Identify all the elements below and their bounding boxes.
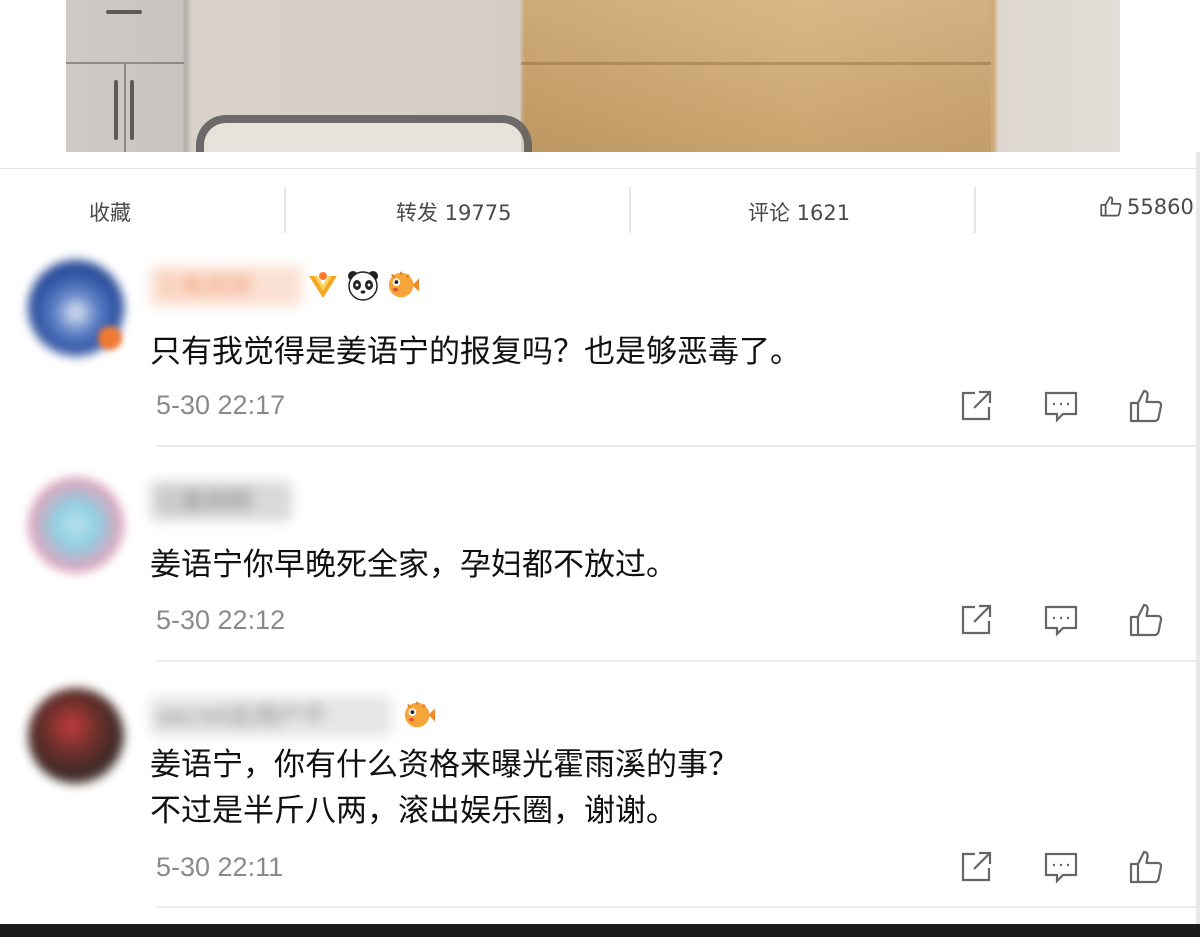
comment-divider: [156, 906, 1196, 908]
cardboard-box: [521, 0, 991, 152]
thumbs-up-icon[interactable]: [1126, 847, 1166, 887]
post-image[interactable]: [66, 0, 1120, 152]
favorite-button[interactable]: 收藏: [89, 197, 131, 227]
bottom-bar: [0, 924, 1200, 937]
comment-text-line-2: 不过是半斤八两，滚出娱乐圈，谢谢。: [150, 793, 677, 829]
bathtub-edge: [196, 115, 532, 152]
thumbs-up-icon[interactable]: [1126, 600, 1166, 640]
comment-actions: [956, 386, 1166, 426]
thumbs-up-icon[interactable]: [1126, 386, 1166, 426]
comment-text-line-1: 姜语宁，你有什么资格来曝光霍雨溪的事？: [150, 747, 739, 783]
action-separator: [974, 187, 976, 233]
reply-icon[interactable]: [1041, 600, 1081, 640]
comment-time: 5-30 22:12: [156, 605, 286, 635]
user-badges: [306, 268, 420, 302]
action-bar: 收藏 转发 19775 评论 1621 55860: [0, 168, 1200, 247]
comment-divider: [156, 445, 1196, 447]
door-handle-right: [130, 80, 134, 140]
user-badges: [402, 698, 436, 732]
comment-text: 姜语宁你早晚死全家，孕妇都不放过。: [150, 547, 677, 583]
reply-icon[interactable]: [1041, 386, 1081, 426]
comment-item: 三童桐桐 姜语宁你早晚死全家，孕妇都不放过。 5-30 22:12: [0, 465, 1200, 665]
comment-actions: [956, 600, 1166, 640]
comment-actions: [956, 847, 1166, 887]
repost-button[interactable]: 转发 19775: [396, 197, 511, 227]
like-button[interactable]: 55860: [1098, 194, 1194, 220]
comment-button[interactable]: 评论 1621: [748, 197, 850, 227]
cardboard-crease: [521, 62, 991, 65]
comment-time: 5-30 22:11: [156, 852, 284, 882]
pufferfish-emoji-icon: [402, 698, 436, 732]
comment-item: secret此用户不 姜语宁，你有什么资格来曝光霍雨溪的事？ 不过是半斤八两，滚…: [0, 680, 1200, 920]
avatar[interactable]: [28, 688, 124, 784]
avatar-badge-icon: [98, 326, 122, 350]
comment-divider: [156, 660, 1196, 662]
drawer-handle: [106, 10, 142, 14]
vip-medal-icon: [306, 268, 340, 302]
action-separator: [629, 187, 631, 233]
share-icon[interactable]: [956, 386, 996, 426]
username[interactable]: 三角顽顽: [150, 266, 302, 306]
action-separator: [284, 187, 286, 233]
door-handle-left: [114, 80, 118, 140]
username[interactable]: secret此用户不: [150, 696, 392, 736]
thumbs-up-icon: [1100, 196, 1122, 217]
cabinet-door-split: [124, 62, 126, 152]
like-count: 55860: [1127, 195, 1194, 219]
panda-emoji-icon: [346, 268, 380, 302]
comment-item: 三角顽顽 只有我觉得是姜语宁的报复吗？也是够恶毒了。 5-30 22:17: [0, 250, 1200, 450]
comment-time: 5-30 22:17: [156, 390, 286, 420]
share-icon[interactable]: [956, 600, 996, 640]
reply-icon[interactable]: [1041, 847, 1081, 887]
share-icon[interactable]: [956, 847, 996, 887]
username[interactable]: 三童桐桐: [150, 481, 292, 521]
pufferfish-emoji-icon: [386, 268, 420, 302]
avatar[interactable]: [28, 477, 124, 573]
comment-text: 只有我觉得是姜语宁的报复吗？也是够恶毒了。: [150, 334, 801, 370]
